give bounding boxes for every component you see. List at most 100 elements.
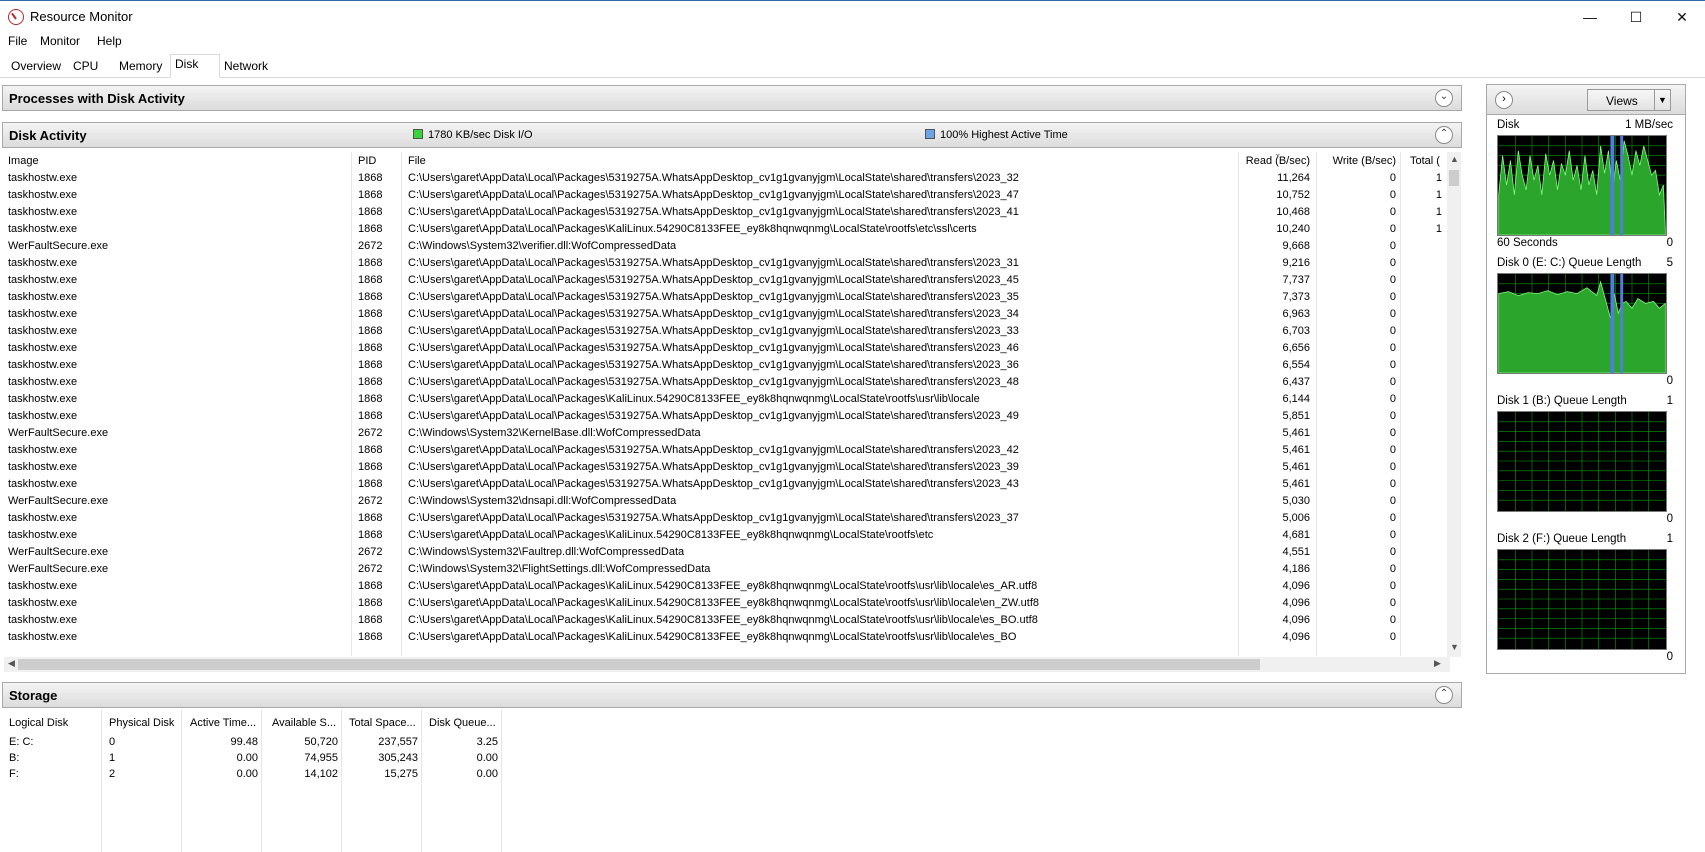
tab-cpu[interactable]: CPU	[68, 56, 103, 77]
scroll-down-icon[interactable]: ▼	[1450, 642, 1459, 652]
scroll-up-icon[interactable]: ▲	[1450, 154, 1459, 164]
table-row[interactable]: WerFaultSecure.exe 2672 C:\Windows\System3…	[4, 425, 1454, 442]
cell-write: 0	[1389, 529, 1396, 541]
cell-physical-disk: 0	[109, 736, 116, 748]
table-row[interactable]: taskhostw.exe 1868 C:\Users\garet\AppData\…	[4, 476, 1454, 493]
cell-read: 6,963	[1282, 308, 1310, 320]
table-row[interactable]: taskhostw.exe 1868 C:\Users\garet\AppData\…	[4, 187, 1454, 204]
table-row[interactable]: taskhostw.exe 1868 C:\Users\garet\AppData\…	[4, 442, 1454, 459]
cell-pid: 1868	[358, 359, 383, 371]
table-row[interactable]: taskhostw.exe 1868 C:\Users\garet\AppData\…	[4, 612, 1454, 629]
cell-active-time: 0.00	[236, 768, 258, 780]
table-row[interactable]: WerFaultSecure.exe 2672 C:\Windows\System3…	[4, 238, 1454, 255]
storage-row[interactable]: F: 2 0.00 14,102 15,275 0.00	[4, 766, 504, 783]
cell-total: 1	[1435, 223, 1442, 235]
collapse-chevron-icon[interactable]: ⌃	[1435, 126, 1453, 144]
col-physical-disk[interactable]: Physical Disk	[109, 714, 174, 732]
cell-read: 9,216	[1282, 257, 1310, 269]
tab-network[interactable]: Network	[219, 56, 273, 77]
tab-bar: Overview CPU Memory Disk Network	[0, 54, 1705, 78]
horizontal-scrollbar[interactable]: ◀ ▶	[4, 657, 1450, 672]
table-row[interactable]: taskhostw.exe 1868 C:\Users\garet\AppData\…	[4, 323, 1454, 340]
storage-row[interactable]: B: 1 0.00 74,955 305,243 0.00	[4, 750, 504, 767]
col-total-space[interactable]: Total Space...	[349, 714, 416, 732]
cell-read: 4,551	[1282, 546, 1310, 558]
maximize-button[interactable]: ☐	[1613, 1, 1659, 33]
menu-file[interactable]: File	[8, 34, 27, 48]
storage-row[interactable]: E: C: 0 99.48 50,720 237,557 3.25	[4, 734, 504, 751]
col-pid[interactable]: PID	[358, 152, 376, 170]
close-button[interactable]: ✕	[1659, 1, 1705, 33]
tab-memory[interactable]: Memory	[114, 56, 167, 77]
table-row[interactable]: taskhostw.exe 1868 C:\Users\garet\AppData\…	[4, 255, 1454, 272]
disk-activity-header[interactable]: Disk Activity 1780 KB/sec Disk I/O 100% …	[2, 122, 1462, 148]
views-dropdown-icon[interactable]: ▼	[1654, 90, 1670, 110]
col-active-time[interactable]: Active Time...	[190, 714, 256, 732]
table-row[interactable]: taskhostw.exe 1868 C:\Users\garet\AppData\…	[4, 408, 1454, 425]
col-write[interactable]: Write (B/sec)	[1320, 152, 1396, 170]
scroll-left-icon[interactable]: ◀	[8, 658, 15, 669]
table-row[interactable]: taskhostw.exe 1868 C:\Users\garet\AppData\…	[4, 391, 1454, 408]
cell-image: taskhostw.exe	[8, 223, 78, 235]
col-logical-disk[interactable]: Logical Disk	[9, 714, 68, 732]
horizontal-scroll-thumb[interactable]	[18, 659, 1260, 670]
blue-square-icon	[925, 129, 935, 139]
tab-disk[interactable]: Disk	[170, 54, 220, 78]
table-row[interactable]: WerFaultSecure.exe 2672 C:\Windows\System3…	[4, 544, 1454, 561]
cell-read: 4,096	[1282, 597, 1310, 609]
table-row[interactable]: taskhostw.exe 1868 C:\Users\garet\AppData\…	[4, 170, 1454, 187]
menu-help[interactable]: Help	[97, 34, 122, 48]
table-row[interactable]: taskhostw.exe 1868 C:\Users\garet\AppData\…	[4, 578, 1454, 595]
collapse-pane-icon[interactable]: ›	[1495, 91, 1513, 109]
cell-write: 0	[1389, 461, 1396, 473]
cell-pid: 1868	[358, 172, 383, 184]
table-row[interactable]: taskhostw.exe 1868 C:\Users\garet\AppData\…	[4, 374, 1454, 391]
col-image[interactable]: Image	[8, 152, 39, 170]
table-row[interactable]: taskhostw.exe 1868 C:\Users\garet\AppData\…	[4, 595, 1454, 612]
cell-read: 5,006	[1282, 512, 1310, 524]
cell-pid: 1868	[358, 308, 383, 320]
table-row[interactable]: WerFaultSecure.exe 2672 C:\Windows\System3…	[4, 493, 1454, 510]
table-row[interactable]: taskhostw.exe 1868 C:\Users\garet\AppData\…	[4, 459, 1454, 476]
graph-disk1-min: 0	[1666, 513, 1673, 525]
graph-disk-min: 0	[1666, 237, 1673, 249]
cell-pid: 1868	[358, 512, 383, 524]
cell-available-space: 50,720	[304, 736, 338, 748]
cell-read: 6,144	[1282, 393, 1310, 405]
cell-total: 1	[1435, 172, 1442, 184]
vertical-scroll-thumb[interactable]	[1449, 170, 1459, 186]
graph-disk1-queue: Disk 1 (B:) Queue Length 1 0	[1497, 395, 1683, 525]
table-row[interactable]: taskhostw.exe 1868 C:\Users\garet\AppData\…	[4, 289, 1454, 306]
table-row[interactable]: WerFaultSecure.exe 2672 C:\Windows\System3…	[4, 561, 1454, 578]
cell-image: taskhostw.exe	[8, 444, 78, 456]
col-available-space[interactable]: Available S...	[272, 714, 336, 732]
table-row[interactable]: taskhostw.exe 1868 C:\Users\garet\AppData\…	[4, 629, 1454, 646]
menu-monitor[interactable]: Monitor	[40, 34, 80, 48]
table-row[interactable]: taskhostw.exe 1868 C:\Users\garet\AppData\…	[4, 340, 1454, 357]
table-row[interactable]: taskhostw.exe 1868 C:\Users\garet\AppData\…	[4, 510, 1454, 527]
tab-overview[interactable]: Overview	[6, 56, 66, 77]
resource-monitor-icon	[8, 9, 24, 25]
views-button[interactable]: Views ▼	[1587, 89, 1671, 111]
storage-collapse-icon[interactable]: ⌃	[1435, 686, 1453, 704]
table-row[interactable]: taskhostw.exe 1868 C:\Users\garet\AppData\…	[4, 527, 1454, 544]
processes-section-header[interactable]: Processes with Disk Activity ⌄	[2, 85, 1462, 111]
cell-write: 0	[1389, 478, 1396, 490]
table-row[interactable]: taskhostw.exe 1868 C:\Users\garet\AppData\…	[4, 204, 1454, 221]
minimize-button[interactable]: —	[1567, 1, 1613, 33]
col-total[interactable]: Total (	[1410, 152, 1448, 170]
col-disk-queue[interactable]: Disk Queue...	[429, 714, 496, 732]
cell-read: 6,554	[1282, 359, 1310, 371]
cell-write: 0	[1389, 376, 1396, 388]
graph-disk1-max: 1	[1666, 395, 1673, 407]
table-row[interactable]: taskhostw.exe 1868 C:\Users\garet\AppData\…	[4, 272, 1454, 289]
col-file[interactable]: File	[408, 152, 426, 170]
storage-header[interactable]: Storage ⌃	[2, 682, 1462, 708]
scroll-right-icon[interactable]: ▶	[1434, 658, 1441, 669]
vertical-scrollbar[interactable]: ▲ ▼	[1447, 152, 1461, 657]
table-row[interactable]: taskhostw.exe 1868 C:\Users\garet\AppData\…	[4, 221, 1454, 238]
cell-image: taskhostw.exe	[8, 597, 78, 609]
table-row[interactable]: taskhostw.exe 1868 C:\Users\garet\AppData\…	[4, 357, 1454, 374]
expand-chevron-icon[interactable]: ⌄	[1435, 89, 1453, 107]
table-row[interactable]: taskhostw.exe 1868 C:\Users\garet\AppData\…	[4, 306, 1454, 323]
